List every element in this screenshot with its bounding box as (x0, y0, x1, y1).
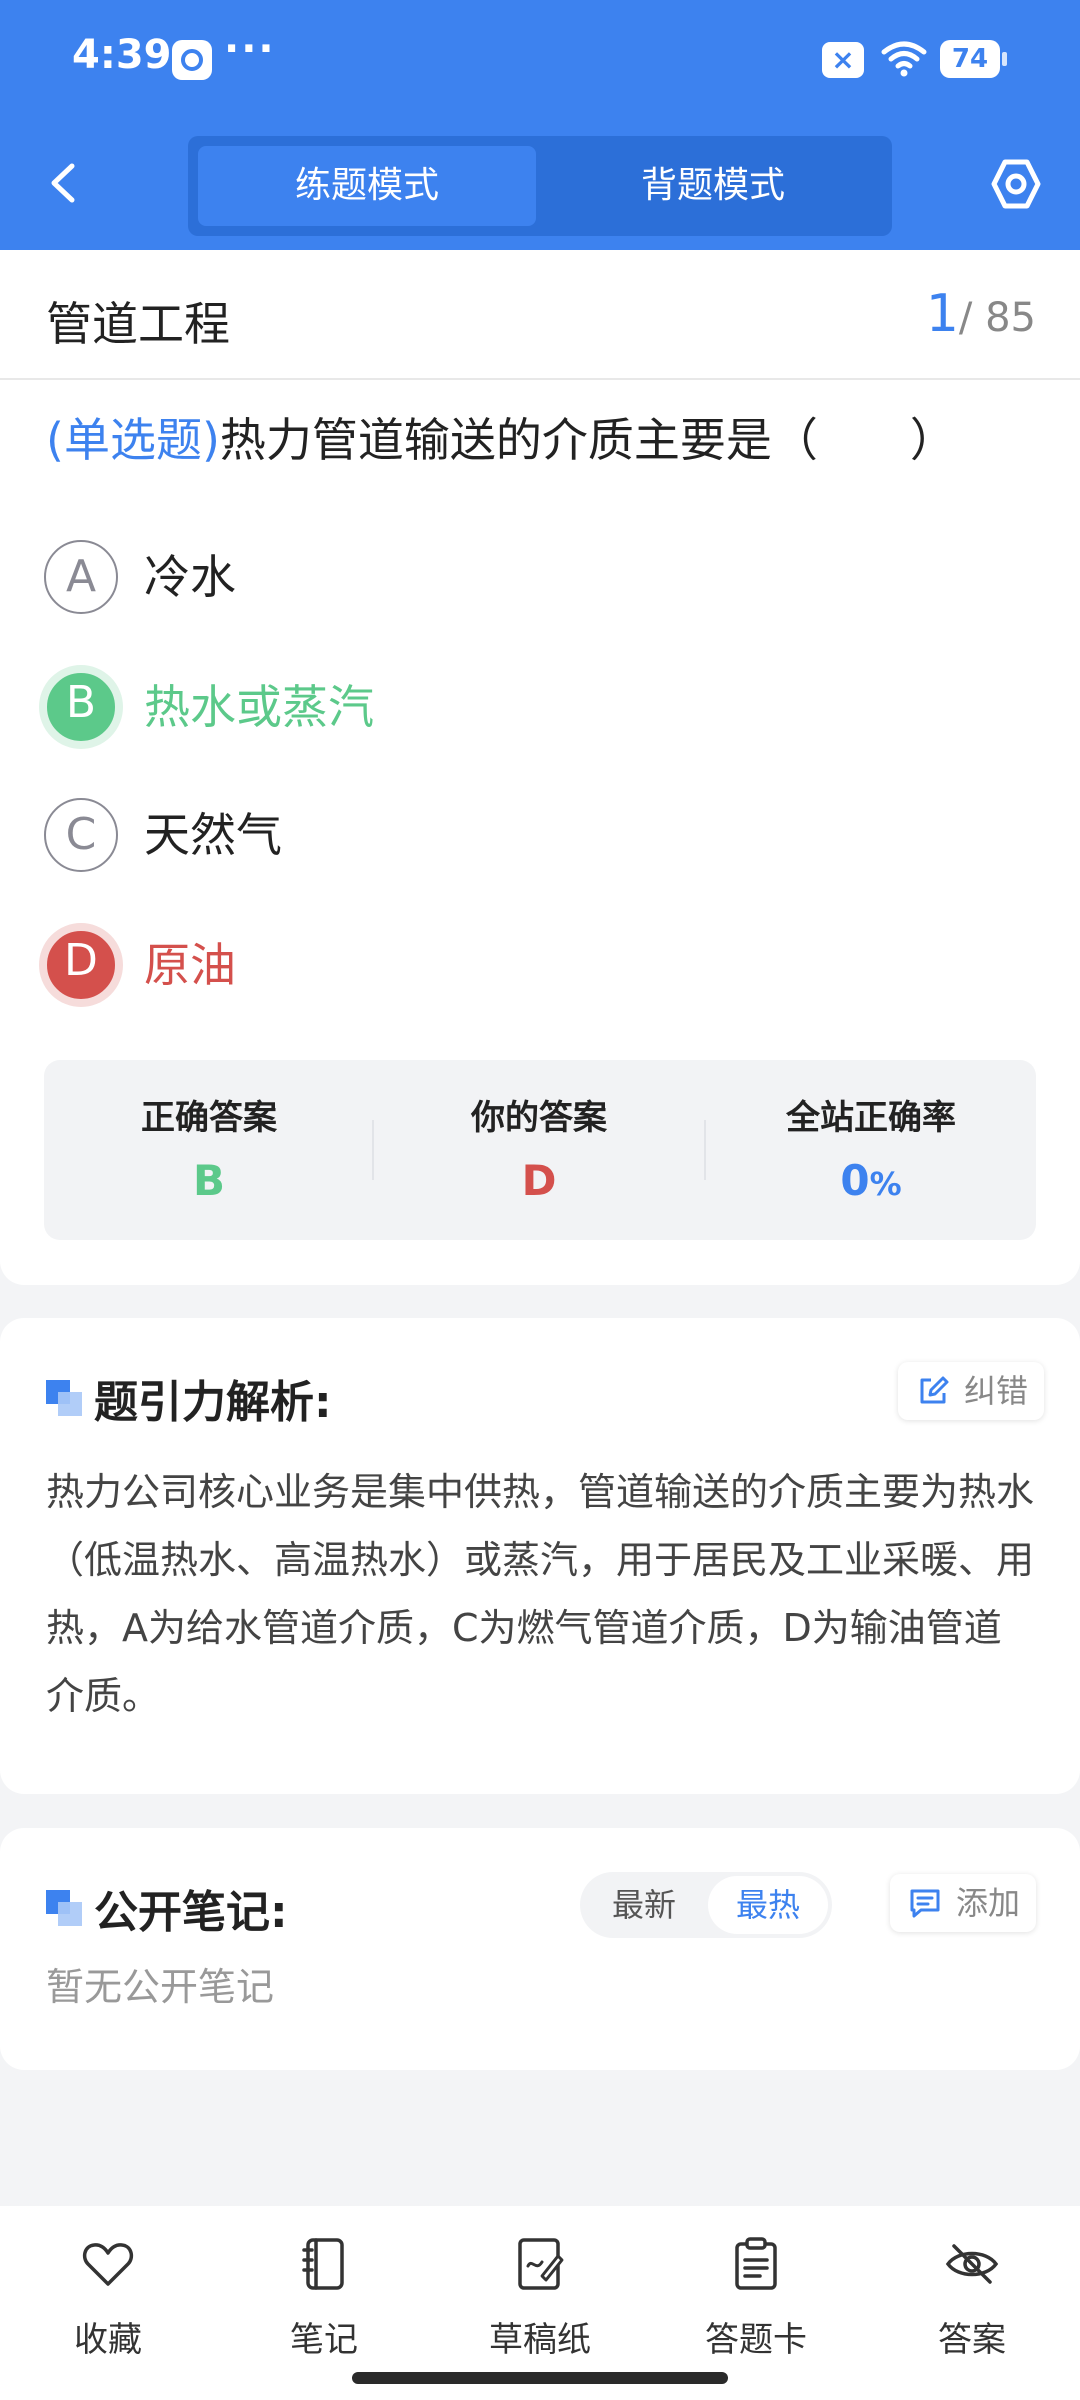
option-text: 天然气 (144, 808, 282, 862)
question-header: 管道工程 1/ 85 (0, 250, 1080, 380)
question-text: (单选题)热力管道输送的介质主要是（ ） (46, 406, 1046, 474)
section-marker-icon (46, 1380, 82, 1416)
settings-icon[interactable] (988, 156, 1044, 212)
clipboard-icon (735, 2237, 777, 2290)
total-count: / 85 (958, 295, 1036, 341)
wifi-icon (881, 41, 927, 77)
toolbar-label: 答题卡 (705, 2320, 807, 2360)
option-text: 原油 (144, 938, 236, 992)
back-arrow-icon[interactable] (40, 158, 90, 208)
option-letter: C (44, 798, 118, 872)
analysis-text: 热力公司核心业务是集中供热，管道输送的介质主要为热水（低温热水、高温热水）或蒸汽… (46, 1470, 1035, 1718)
question-counter: 1/ 85 (926, 284, 1036, 344)
rate-unit: % (869, 1165, 902, 1203)
notes-sort-toggle: 最新 最热 (580, 1872, 832, 1938)
app-notification-icon (172, 40, 212, 80)
analysis-card: 题引力解析: 纠错 热力公司核心业务是集中供热，管道输送的介质主要为热水（低温热… (0, 1318, 1080, 1794)
option-c[interactable]: C 天然气 (44, 798, 944, 874)
top-header: 4:39 ··· × 74 练题模式 背题模式 (0, 0, 1080, 250)
public-notes-card: 公开笔记: 最新 最热 添加 暂无公开笔记 (0, 1828, 1080, 2070)
rate-number: 0 (840, 1156, 870, 1205)
option-d[interactable]: D 原油 (39, 923, 944, 1007)
toolbar-label: 收藏 (74, 2320, 142, 2360)
toolbar-notes[interactable]: 笔记 (216, 2228, 432, 2368)
toolbar-answer-sheet[interactable]: 答题卡 (648, 2228, 864, 2368)
stat-value: 0% (706, 1156, 1036, 1205)
option-b[interactable]: B 热水或蒸汽 (39, 665, 944, 749)
report-error-label: 纠错 (964, 1372, 1029, 1410)
option-letter: A (44, 540, 118, 614)
question-card: 管道工程 1/ 85 (单选题)热力管道输送的介质主要是（ ） A 冷水 B 热… (0, 250, 1080, 1285)
report-error-button[interactable]: 纠错 (898, 1362, 1045, 1420)
scratch-paper-icon (518, 2238, 564, 2290)
toolbar-label: 草稿纸 (489, 2320, 591, 2360)
toolbar-scratch-paper[interactable]: 草稿纸 (432, 2228, 648, 2368)
add-note-button[interactable]: 添加 (890, 1874, 1037, 1932)
edit-icon (920, 1376, 949, 1404)
sort-newest[interactable]: 最新 (584, 1876, 704, 1934)
heart-icon (82, 2243, 134, 2286)
subject-title: 管道工程 (46, 297, 230, 351)
section-marker-icon (46, 1890, 82, 1926)
toolbar-label: 笔记 (290, 2320, 358, 2360)
toolbar-favorite[interactable]: 收藏 (0, 2228, 216, 2368)
tab-recite-mode[interactable]: 背题模式 (544, 146, 882, 226)
answer-stats: 正确答案 B 你的答案 D 全站正确率 0% (44, 1060, 1036, 1240)
stat-label: 你的答案 (471, 1098, 607, 1138)
option-text: 热水或蒸汽 (144, 680, 374, 734)
notes-title: 公开笔记: (94, 1887, 288, 1938)
stat-value: B (192, 1156, 225, 1205)
stat-correct-answer: 正确答案 B (44, 1060, 374, 1240)
option-text: 冷水 (144, 550, 236, 604)
question-body: 热力管道输送的介质主要是（ ） (219, 413, 956, 467)
stat-value: D (521, 1156, 557, 1205)
analysis-title: 题引力解析: (94, 1377, 332, 1428)
stat-accuracy-rate: 全站正确率 0% (706, 1060, 1036, 1240)
tab-practice-mode[interactable]: 练题模式 (198, 146, 536, 226)
more-notifications-icon: ··· (224, 26, 276, 72)
option-letter: B (39, 665, 123, 749)
question-type: (单选题) (46, 413, 220, 467)
empty-notes-text: 暂无公开笔记 (46, 1965, 275, 2009)
current-index: 1 (925, 284, 959, 344)
comment-icon (910, 1889, 940, 1918)
status-bar: 4:39 ··· × 74 (0, 0, 1080, 120)
option-letter: D (39, 923, 123, 1007)
sim-status-icon: × (822, 42, 864, 78)
stat-label: 正确答案 (141, 1098, 277, 1138)
sort-hottest[interactable]: 最热 (708, 1876, 828, 1934)
toolbar-label: 答案 (938, 2320, 1006, 2360)
bottom-toolbar: 收藏 笔记 草稿纸 答题卡 答案 (0, 2206, 1080, 2400)
add-note-label: 添加 (956, 1884, 1021, 1922)
option-a[interactable]: A 冷水 (44, 540, 944, 616)
home-indicator[interactable] (352, 2372, 728, 2384)
stat-your-answer: 你的答案 D (374, 1060, 704, 1240)
stat-label: 全站正确率 (786, 1098, 956, 1138)
eye-off-icon (945, 2244, 999, 2284)
battery-icon: 74 (940, 40, 1007, 78)
toolbar-answer[interactable]: 答案 (864, 2228, 1080, 2368)
notebook-icon (302, 2238, 344, 2290)
mode-switch: 练题模式 背题模式 (188, 136, 892, 236)
status-time: 4:39 (72, 32, 172, 78)
